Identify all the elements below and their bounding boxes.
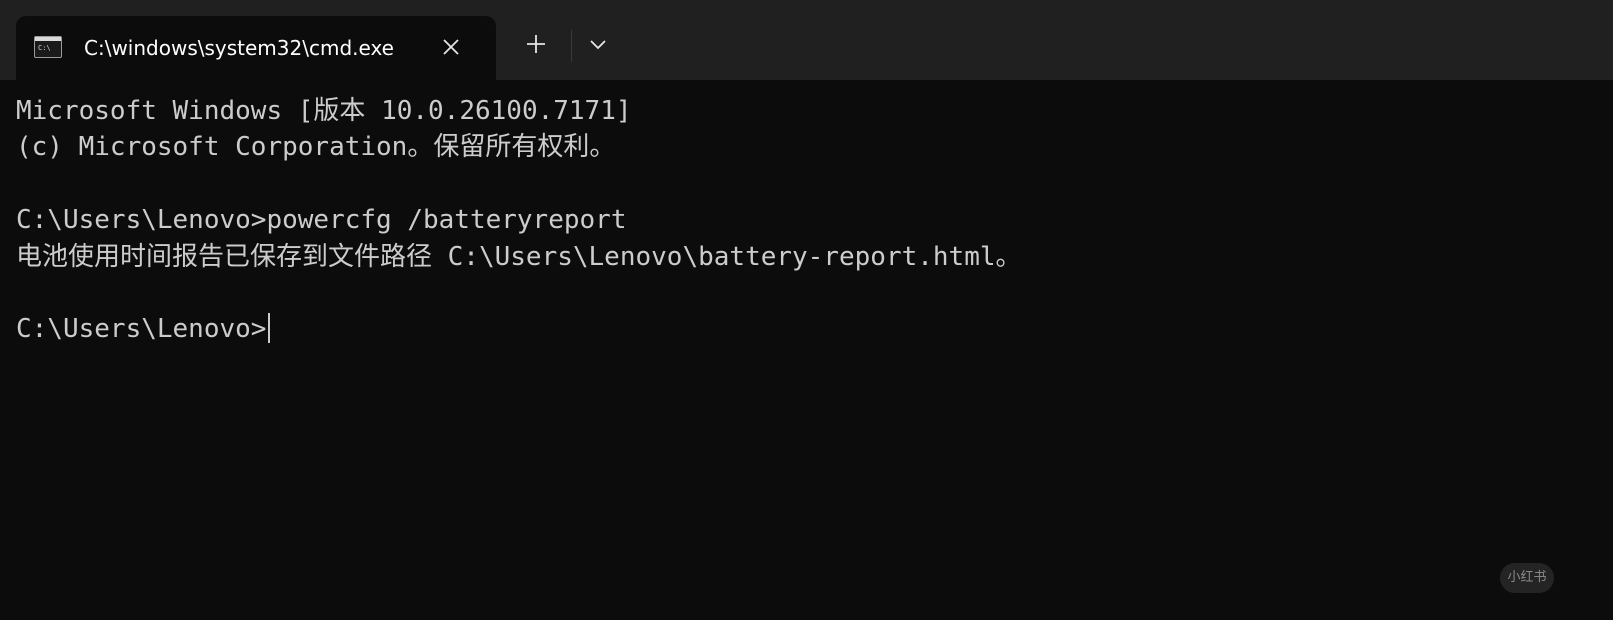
text-cursor <box>268 313 271 344</box>
console-line: (c) Microsoft Corporation。保留所有权利。 <box>16 132 616 163</box>
tab-divider <box>571 30 572 62</box>
profile-dropdown-button[interactable] <box>580 28 616 64</box>
plus-icon <box>526 34 546 59</box>
console-output[interactable]: Microsoft Windows [版本 10.0.26100.7171] (… <box>16 93 1596 593</box>
watermark: 小红书 <box>1500 563 1554 593</box>
tab-title: C:\windows\system32\cmd.exe <box>84 36 394 60</box>
tab-bar: C:\ C:\windows\system32\cmd.exe <box>0 0 1613 80</box>
tab-cmd[interactable]: C:\ C:\windows\system32\cmd.exe <box>16 16 496 80</box>
close-icon[interactable] <box>436 32 466 62</box>
command-prompt-icon: C:\ <box>34 36 62 58</box>
svg-text:C:\: C:\ <box>38 44 51 52</box>
new-tab-button[interactable] <box>518 28 554 64</box>
chevron-down-icon <box>589 37 607 55</box>
console-line: Microsoft Windows [版本 10.0.26100.7171] <box>16 96 632 126</box>
prompt-line[interactable]: C:\Users\Lenovo> <box>16 311 1596 347</box>
terminal-window: C:\ C:\windows\system32\cmd.exe Microsof… <box>0 0 1613 620</box>
console-line: 电池使用时间报告已保存到文件路径 C:\Users\Lenovo\battery… <box>16 241 1022 272</box>
prompt-text: C:\Users\Lenovo> <box>16 314 267 345</box>
console-line: C:\Users\Lenovo>powercfg /batteryreport <box>16 205 627 236</box>
